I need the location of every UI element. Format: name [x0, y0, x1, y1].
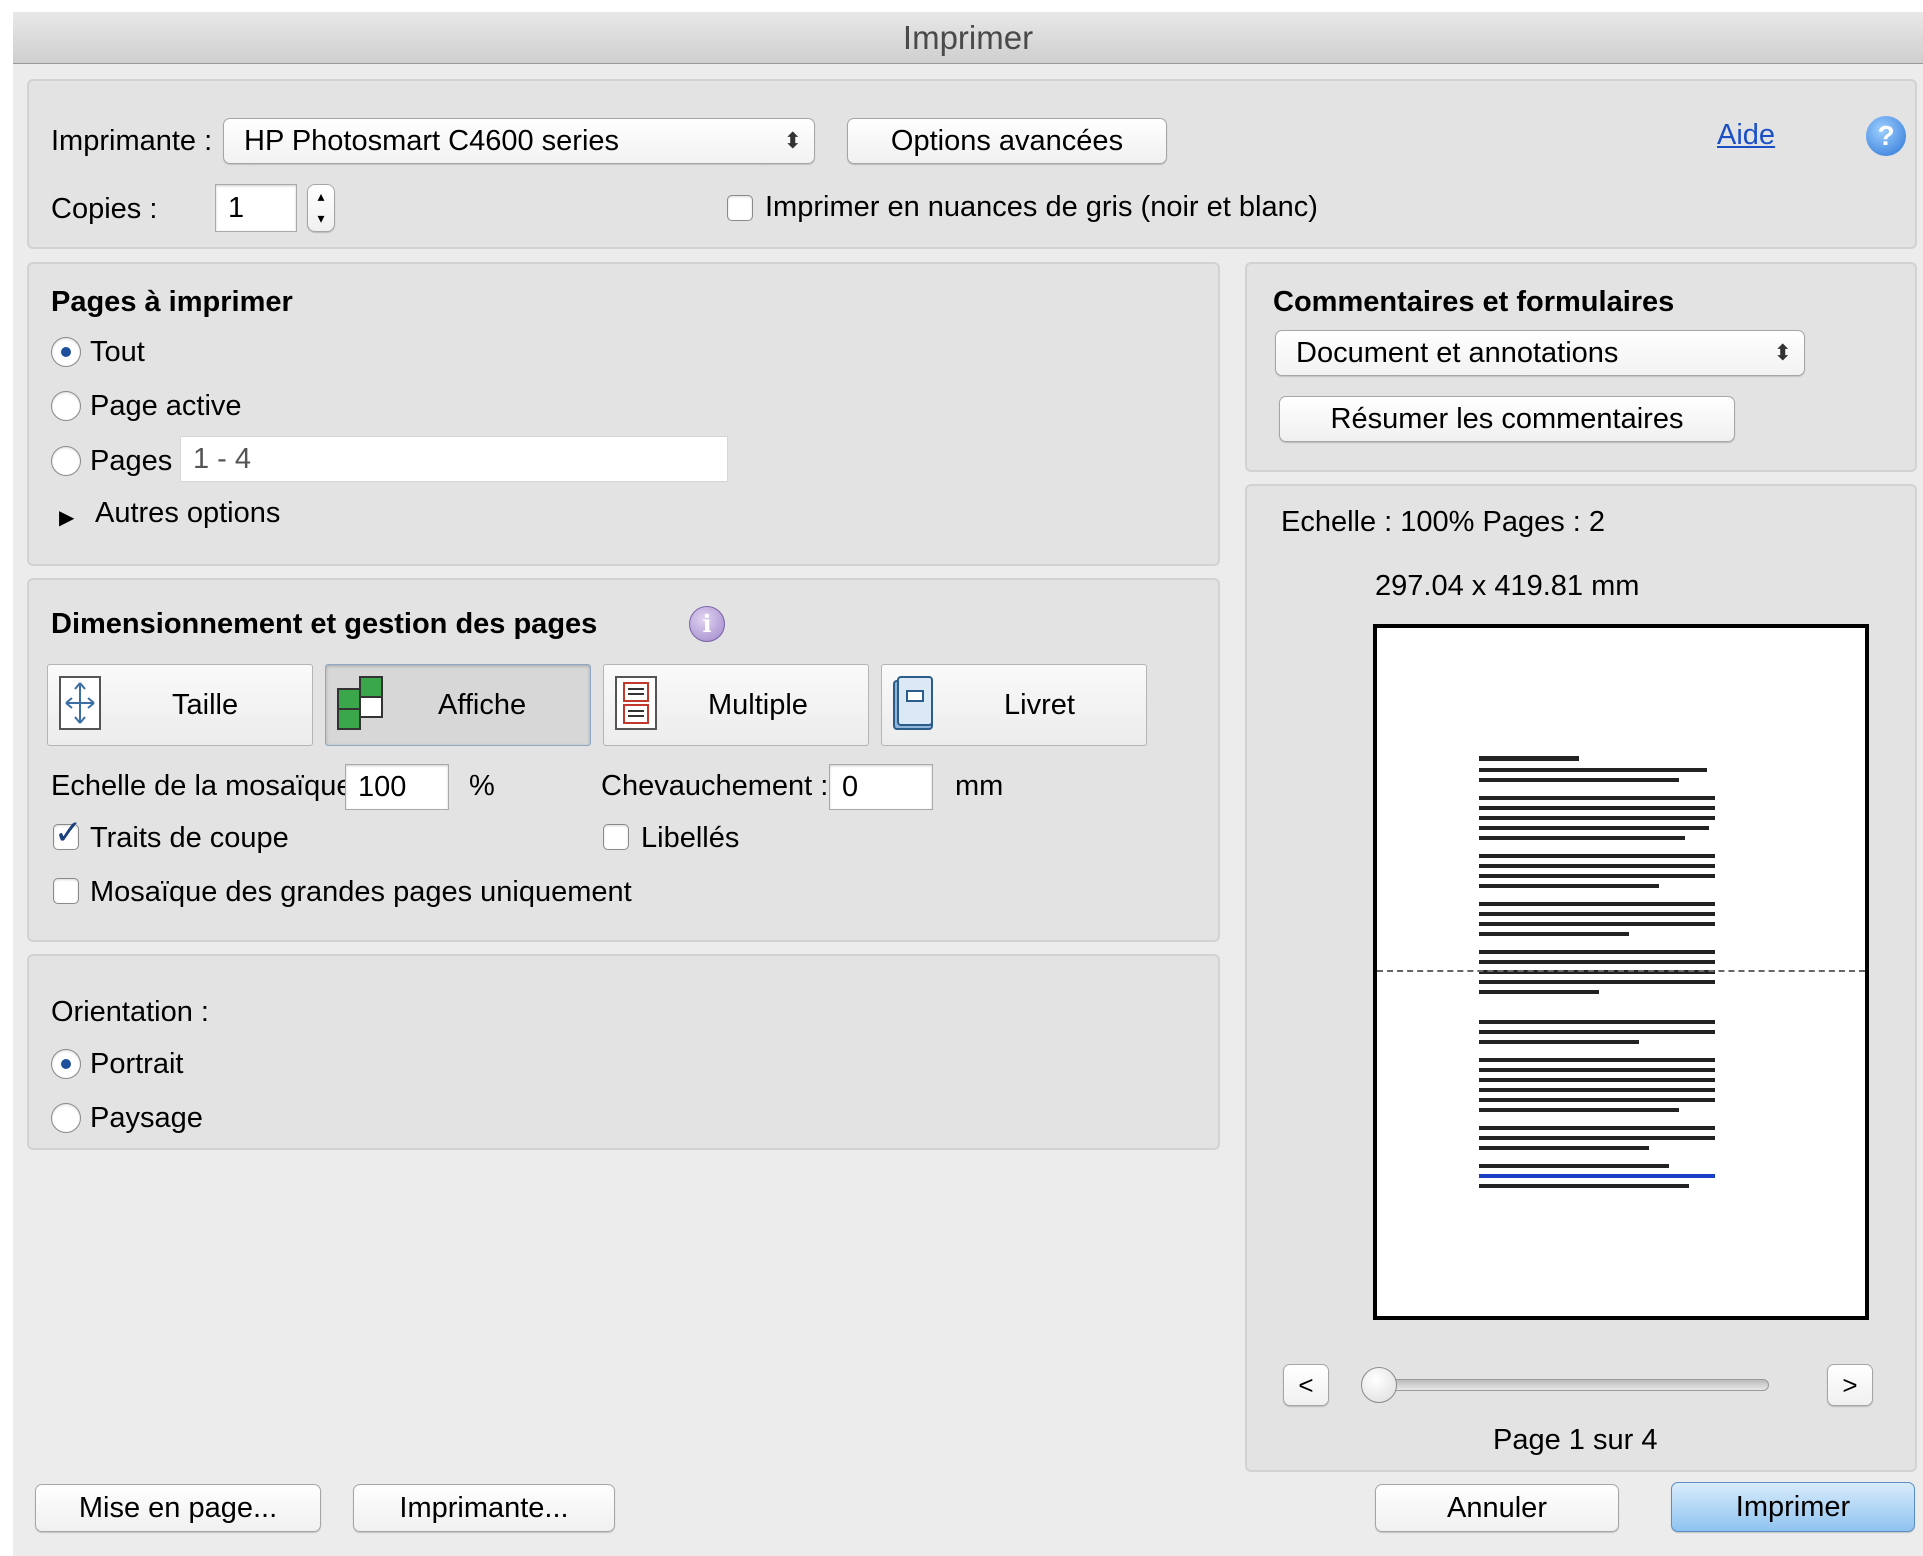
printer-button[interactable]: Imprimante... [353, 1484, 615, 1532]
cut-marks-label: Traits de coupe [90, 822, 289, 854]
radio-pages[interactable] [51, 446, 81, 476]
labels-label: Libellés [641, 822, 740, 854]
window-title: Imprimer [13, 12, 1923, 64]
multiple-icon [615, 676, 657, 730]
orientation-label: Orientation : [51, 996, 209, 1028]
pages-panel: Pages à imprimer Tout Page active Pages … [27, 262, 1220, 566]
checkmark-icon: ✓ [54, 814, 83, 852]
cancel-button[interactable]: Annuler [1375, 1484, 1619, 1532]
preview-scale-text: Echelle : 100% Pages : 2 [1281, 506, 1606, 538]
printer-select[interactable]: HP Photosmart C4600 series ⬍ [223, 118, 815, 164]
radio-all-label: Tout [90, 336, 145, 368]
preview-dimensions-text: 297.04 x 419.81 mm [1375, 570, 1640, 602]
printer-label: Imprimante : [51, 125, 213, 157]
page-slider-knob[interactable] [1361, 1367, 1397, 1403]
page-setup-button[interactable]: Mise en page... [35, 1484, 321, 1532]
info-icon[interactable]: i [689, 606, 725, 642]
grayscale-label: Imprimer en nuances de gris (noir et bla… [765, 191, 1318, 223]
comments-title: Commentaires et formulaires [1273, 286, 1675, 318]
orientation-panel: Orientation : Portrait Paysage [27, 954, 1220, 1150]
overlap-unit: mm [955, 770, 1004, 802]
copies-label: Copies : [51, 193, 158, 225]
updown-arrows-icon: ⬍ [1773, 340, 1792, 365]
sizing-tabs: Taille Affiche Multiple Livret [47, 664, 1172, 746]
print-button[interactable]: Imprimer [1671, 1482, 1915, 1532]
page-indicator: Page 1 sur 4 [1493, 1424, 1658, 1456]
tab-multiple[interactable]: Multiple [603, 664, 869, 746]
radio-pages-label: Pages [90, 445, 173, 477]
size-icon [59, 676, 101, 730]
tile-scale-label: Echelle de la mosaïque : [51, 770, 369, 802]
tab-poster-label: Affiche [438, 689, 527, 721]
help-icon[interactable]: ? [1866, 116, 1906, 156]
tab-size-label: Taille [172, 689, 239, 721]
copies-field[interactable]: 1 [215, 184, 297, 232]
print-dialog: Imprimer Imprimante : HP Photosmart C460… [13, 12, 1923, 1556]
copies-stepper[interactable]: ▴ ▾ [307, 184, 335, 232]
comments-select[interactable]: Document et annotations ⬍ [1275, 330, 1805, 376]
previous-page-button[interactable]: < [1283, 1364, 1329, 1406]
preview-panel: Echelle : 100% Pages : 2 297.04 x 419.81… [1245, 484, 1917, 1472]
grayscale-checkbox[interactable] [727, 195, 753, 221]
radio-current-page[interactable] [51, 391, 81, 421]
booklet-icon [893, 676, 933, 730]
overlap-label: Chevauchement : [601, 770, 829, 802]
large-pages-label: Mosaïque des grandes pages uniquement [90, 876, 632, 908]
page-preview [1373, 624, 1869, 1320]
overlap-field[interactable]: 0 [829, 764, 933, 810]
tile-scale-field[interactable]: 100 [345, 764, 449, 810]
tab-poster[interactable]: Affiche [325, 664, 591, 746]
poster-icon [337, 676, 383, 730]
tile-scale-unit: % [469, 770, 495, 802]
labels-checkbox[interactable] [603, 824, 629, 850]
printer-select-value: HP Photosmart C4600 series [244, 125, 620, 157]
pages-title: Pages à imprimer [51, 286, 293, 318]
summarize-comments-button[interactable]: Résumer les commentaires [1279, 396, 1735, 442]
next-page-button[interactable]: > [1827, 1364, 1873, 1406]
tile-separator-line [1377, 970, 1865, 972]
advanced-options-button[interactable]: Options avancées [847, 118, 1167, 164]
page-slider-track[interactable] [1367, 1379, 1769, 1391]
disclosure-triangle-icon[interactable]: ▶ [59, 500, 74, 536]
radio-landscape-label: Paysage [90, 1102, 203, 1134]
more-options-label[interactable]: Autres options [95, 495, 280, 531]
sizing-title: Dimensionnement et gestion des pages [51, 608, 598, 640]
comments-panel: Commentaires et formulaires Document et … [1245, 262, 1917, 472]
radio-portrait[interactable] [51, 1049, 81, 1079]
tab-size[interactable]: Taille [47, 664, 313, 746]
help-link[interactable]: Aide [1717, 117, 1775, 153]
radio-portrait-label: Portrait [90, 1048, 184, 1080]
radio-all[interactable] [51, 337, 81, 367]
updown-arrows-icon: ⬍ [783, 128, 802, 153]
large-pages-checkbox[interactable] [53, 878, 79, 904]
tab-booklet[interactable]: Livret [881, 664, 1147, 746]
tab-booklet-label: Livret [1004, 689, 1075, 721]
comments-select-value: Document et annotations [1296, 337, 1619, 369]
radio-landscape[interactable] [51, 1103, 81, 1133]
radio-current-page-label: Page active [90, 390, 242, 422]
printer-panel: Imprimante : HP Photosmart C4600 series … [27, 79, 1917, 249]
tab-multiple-label: Multiple [708, 689, 808, 721]
sizing-panel: Dimensionnement et gestion des pages i T… [27, 578, 1220, 942]
page-range-field[interactable]: 1 - 4 [180, 436, 728, 482]
